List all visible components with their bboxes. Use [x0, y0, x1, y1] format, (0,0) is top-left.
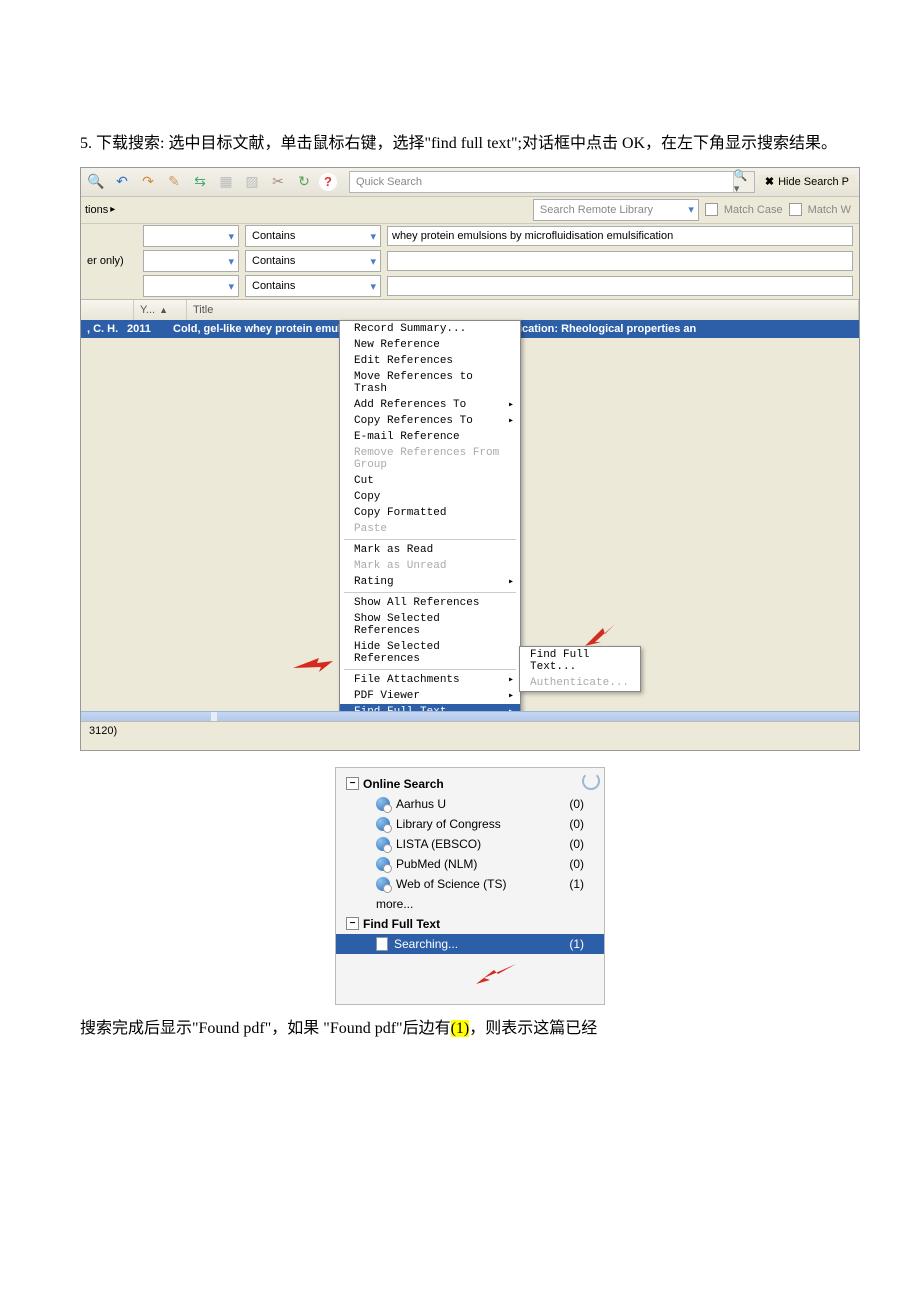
tree-item[interactable]: Web of Science (TS)(1): [336, 874, 604, 894]
options-button[interactable]: tions▸: [81, 204, 135, 216]
menu-item[interactable]: Hide Selected References: [340, 639, 520, 667]
tree-item[interactable]: Library of Congress(0): [336, 814, 604, 834]
field-dropdown[interactable]: [143, 275, 239, 297]
bottom-text: 搜索完成后显示"Found pdf"，如果 "Found pdf"后边有(1)，…: [80, 1015, 860, 1044]
field-dropdown[interactable]: [143, 225, 239, 247]
submenu-item[interactable]: Find Full Text...: [520, 647, 640, 675]
menu-item[interactable]: Record Summary...: [340, 321, 520, 337]
spinner-icon: [582, 772, 600, 790]
field-dropdown[interactable]: [143, 250, 239, 272]
search-icon[interactable]: 🔍: [85, 171, 107, 193]
search-mode-dropdown[interactable]: Search Remote Library: [533, 199, 699, 221]
menu-item[interactable]: Copy References To: [340, 413, 520, 429]
back-icon[interactable]: ↶: [111, 171, 133, 193]
sidebar-panel: − Online Search Aarhus U(0)Library of Co…: [335, 767, 605, 1005]
menu-item[interactable]: Move References to Trash: [340, 369, 520, 397]
globe-icon: [376, 817, 390, 831]
globe-icon: [376, 837, 390, 851]
match-case-label: Match Case: [724, 204, 783, 216]
menu-item[interactable]: PDF Viewer: [340, 688, 520, 704]
collapse-icon[interactable]: −: [346, 777, 359, 790]
table-header: Y...▲ Title: [81, 300, 859, 320]
filter-input[interactable]: [387, 276, 853, 296]
menu-item[interactable]: Cut: [340, 473, 520, 489]
menu-item[interactable]: Add References To: [340, 397, 520, 413]
hide-search-button[interactable]: ✖ Hide Search P: [759, 175, 855, 188]
globe-icon: [376, 857, 390, 871]
help-icon[interactable]: ?: [319, 173, 337, 191]
menu-item[interactable]: File Attachments: [340, 672, 520, 688]
col-author[interactable]: [81, 300, 134, 320]
refresh-icon[interactable]: ↻: [293, 171, 315, 193]
document-icon: [376, 937, 388, 951]
menu-item: Remove References From Group: [340, 445, 520, 473]
col-title[interactable]: Title: [187, 300, 859, 320]
submenu-item: Authenticate...: [520, 675, 640, 691]
match-case-checkbox[interactable]: [705, 203, 718, 216]
match-w-checkbox[interactable]: [789, 203, 802, 216]
options-row: tions▸ Search Remote Library Match Case …: [81, 197, 859, 224]
endnote-screenshot: 🔍 ↶ ↷ ✎ ⇆ ▦ ▨ ✂ ↻ ? Quick Search 🔍 ▾ ✖ H…: [80, 167, 860, 751]
red-arrow-icon: [293, 654, 333, 676]
menu-item[interactable]: Show All References: [340, 595, 520, 611]
tree-item[interactable]: Aarhus U(0): [336, 794, 604, 814]
globe-icon: [376, 877, 390, 891]
col-year[interactable]: Y...▲: [134, 300, 187, 320]
op-dropdown[interactable]: Contains: [245, 225, 381, 247]
toolbar: 🔍 ↶ ↷ ✎ ⇆ ▦ ▨ ✂ ↻ ? Quick Search 🔍 ▾ ✖ H…: [81, 168, 859, 197]
menu-item: Paste: [340, 521, 520, 537]
tool-icon3[interactable]: ▦: [215, 171, 237, 193]
tree-item[interactable]: PubMed (NLM)(0): [336, 854, 604, 874]
filter-row: er only) Contains: [81, 249, 859, 274]
op-dropdown[interactable]: Contains: [245, 275, 381, 297]
filter-rows: Contains er only) Contains Contains: [81, 224, 859, 300]
menu-item[interactable]: New Reference: [340, 337, 520, 353]
menu-item[interactable]: Copy: [340, 489, 520, 505]
quick-search-input[interactable]: Quick Search 🔍 ▾: [349, 171, 755, 193]
match-w-label: Match W: [808, 204, 851, 216]
status-bar: 3120): [81, 721, 859, 750]
tree-item-searching[interactable]: Searching... (1): [336, 934, 604, 954]
collapse-icon[interactable]: −: [346, 917, 359, 930]
menu-item[interactable]: Mark as Read: [340, 542, 520, 558]
tool-icon[interactable]: ✎: [163, 171, 185, 193]
menu-item[interactable]: Copy Formatted: [340, 505, 520, 521]
tree-group-find-full-text[interactable]: − Find Full Text: [336, 914, 604, 934]
tool-icon4[interactable]: ▨: [241, 171, 263, 193]
filter-input[interactable]: [387, 226, 853, 246]
red-arrow-icon: [585, 624, 625, 646]
red-arrow-icon: [476, 964, 516, 984]
tool-icon5[interactable]: ✂: [267, 171, 289, 193]
menu-item[interactable]: Rating: [340, 574, 520, 590]
submenu: Find Full Text...Authenticate...: [519, 646, 641, 692]
tree-more[interactable]: more...: [336, 894, 604, 914]
highlighted-text: (1): [451, 1020, 470, 1037]
filter-input[interactable]: [387, 251, 853, 271]
menu-item: Mark as Unread: [340, 558, 520, 574]
tree-group-online-search[interactable]: − Online Search: [336, 774, 604, 794]
forward-icon[interactable]: ↷: [137, 171, 159, 193]
search-button[interactable]: 🔍 ▾: [733, 172, 754, 192]
instruction-text: 5. 下载搜索: 选中目标文献，单击鼠标右键，选择"find full text…: [80, 130, 860, 159]
context-menu: Record Summary...New ReferenceEdit Refer…: [339, 320, 521, 751]
filter-row: Contains: [81, 274, 859, 299]
tree-item[interactable]: LISTA (EBSCO)(0): [336, 834, 604, 854]
op-dropdown[interactable]: Contains: [245, 250, 381, 272]
tool-icon2[interactable]: ⇆: [189, 171, 211, 193]
globe-icon: [376, 797, 390, 811]
menu-item[interactable]: Show Selected References: [340, 611, 520, 639]
menu-item[interactable]: Edit References: [340, 353, 520, 369]
menu-item[interactable]: E-mail Reference: [340, 429, 520, 445]
filter-row: Contains: [81, 224, 859, 249]
